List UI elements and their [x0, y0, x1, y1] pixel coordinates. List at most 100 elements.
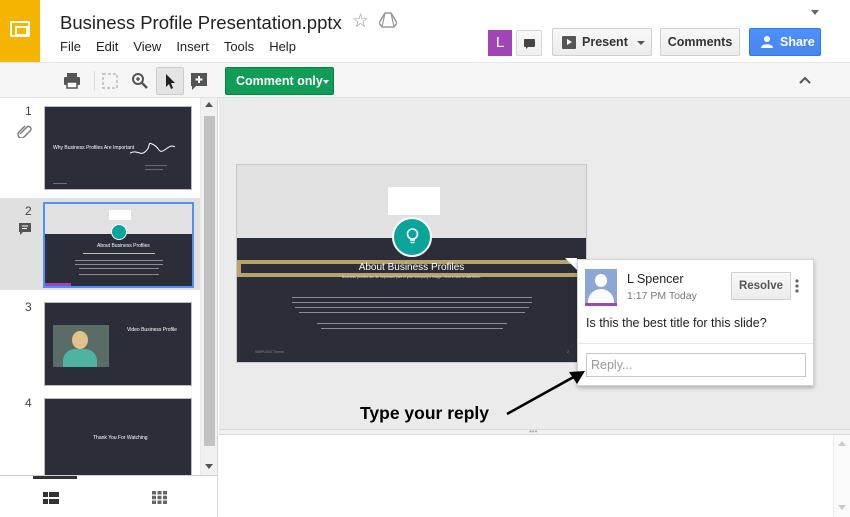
chat-icon	[524, 39, 535, 49]
comment-author: L Spencer	[627, 272, 684, 286]
thumbnail-title: About Business Profiles	[97, 243, 150, 249]
menu-view[interactable]: View	[133, 39, 161, 54]
comment-only-mode-button[interactable]: Comment only	[225, 67, 334, 95]
chat-button[interactable]	[516, 30, 542, 56]
filmstrip-slide-selected[interactable]: 2 About Business Profiles	[0, 198, 200, 290]
comment-timestamp: 1:17 PM Today	[627, 290, 697, 302]
filmstrip-slide[interactable]: 1 Why Business Profiles Are Important	[0, 98, 200, 192]
thumbnail-title: Video Business Profile	[127, 327, 177, 333]
slide-text-line	[292, 297, 532, 298]
menu-file[interactable]: File	[60, 39, 81, 54]
comment-only-label: Comment only	[236, 74, 323, 88]
move-to-folder-icon[interactable]	[379, 12, 397, 28]
filmstrip-view-icon[interactable]	[43, 492, 59, 504]
share-label: Share	[780, 35, 815, 49]
comment-icon	[19, 223, 31, 235]
instruction-label: Type your reply	[360, 403, 490, 423]
slide-number: 1	[25, 104, 32, 118]
slide-text-line	[295, 307, 529, 308]
scrollbar-thumb[interactable]	[204, 116, 215, 446]
collaborator-marker	[45, 283, 71, 286]
grip-icon: •••	[529, 427, 538, 436]
grid-view-icon[interactable]	[152, 491, 167, 504]
slide-number: 4	[25, 396, 32, 410]
document-title[interactable]: Business Profile Presentation.pptx	[60, 12, 342, 34]
fit-icon[interactable]	[98, 69, 122, 93]
current-slide[interactable]: About Business Profiles Business profile…	[236, 164, 587, 363]
scroll-up-icon[interactable]	[205, 102, 213, 107]
filmstrip-scrollbar[interactable]	[200, 98, 217, 475]
thumbnail-text-line	[145, 165, 167, 166]
decorative-squiggle	[130, 142, 175, 154]
comment-pointer	[565, 258, 577, 270]
present-dropdown-button[interactable]	[631, 28, 652, 56]
slide-text-line	[321, 328, 503, 329]
notes-scrollbar[interactable]	[833, 435, 850, 517]
slide-thumbnail: Why Business Profiles Are Important	[44, 106, 192, 190]
toolbar-divider	[94, 71, 95, 91]
slide-text-line	[292, 302, 532, 303]
commenter-avatar	[585, 269, 617, 306]
present-label: Present	[582, 35, 628, 49]
more-options-icon[interactable]	[795, 279, 799, 293]
zoom-icon[interactable]	[128, 69, 152, 93]
reply-input[interactable]	[586, 353, 806, 377]
user-avatar[interactable]: L	[488, 30, 512, 56]
scroll-down-icon[interactable]	[838, 505, 846, 510]
share-button[interactable]: Share	[749, 28, 821, 56]
slides-app: Business Profile Presentation.pptx ☆ Fil…	[0, 0, 850, 517]
slide-thumbnail: About Business Profiles	[43, 202, 194, 288]
resolve-button[interactable]: Resolve	[731, 272, 791, 300]
app-header: Business Profile Presentation.pptx ☆ Fil…	[0, 0, 850, 62]
menu-help[interactable]: Help	[269, 39, 296, 54]
slide-thumbnail: Video Business Profile	[44, 302, 192, 386]
menu-bar: File Edit View Insert Tools Help	[60, 39, 311, 54]
chevron-down-icon[interactable]	[811, 10, 819, 15]
filmstrip-footer	[0, 475, 217, 517]
present-button[interactable]: Present	[552, 28, 632, 56]
thumbnail-title: Thank You For Watching	[93, 435, 148, 441]
link-icon	[17, 125, 32, 138]
comment-card: L Spencer 1:17 PM Today Resolve Is this …	[577, 259, 814, 386]
lightbulb-icon	[392, 217, 432, 257]
star-icon[interactable]: ☆	[352, 10, 369, 33]
cursor-icon	[166, 74, 175, 89]
instruction-arrow	[506, 371, 585, 416]
slide-thumbnail: Thank You For Watching	[44, 398, 192, 482]
slide-number: 2	[25, 204, 32, 218]
toolbar: Comment only	[0, 62, 850, 98]
scroll-down-icon[interactable]	[205, 464, 213, 469]
comment-text: Is this the best title for this slide?	[586, 316, 767, 330]
slide-subtitle: Business profiles are an important part …	[341, 275, 482, 279]
play-icon	[562, 36, 576, 49]
speaker-notes-panel[interactable]	[219, 435, 850, 517]
thumbnail-text-line	[83, 253, 155, 254]
add-comment-icon[interactable]	[187, 69, 211, 93]
video-person-head	[72, 331, 88, 349]
thumbnail-text-line	[53, 183, 67, 184]
print-icon[interactable]	[60, 69, 84, 93]
thumbnail-text-line	[75, 264, 163, 265]
filmstrip-slide[interactable]: 4 Thank You For Watching	[0, 390, 200, 484]
slide-filmstrip: 1 Why Business Profiles Are Important 2	[0, 98, 218, 517]
slides-logo-icon[interactable]	[0, 0, 40, 62]
chevron-up-icon[interactable]	[798, 73, 812, 87]
people-icon	[761, 36, 773, 48]
thumbnail-text-line	[79, 268, 159, 269]
menu-tools[interactable]: Tools	[224, 39, 254, 54]
comments-button[interactable]: Comments	[660, 28, 740, 56]
slide-text-line	[299, 312, 525, 313]
video-thumbnail	[53, 325, 109, 367]
slide-footer: SIMPLIGO Theme	[255, 350, 284, 354]
comment-divider	[578, 343, 813, 344]
slide-title: About Business Profiles	[358, 262, 465, 273]
thumbnail-text-line	[79, 274, 159, 275]
scroll-up-icon[interactable]	[838, 441, 846, 446]
menu-insert[interactable]: Insert	[176, 39, 209, 54]
slide-page-number: 2	[567, 350, 569, 354]
thumbnail-box	[109, 210, 131, 220]
thumbnail-text-line	[75, 260, 163, 261]
filmstrip-slide[interactable]: 3 Video Business Profile	[0, 294, 200, 388]
menu-edit[interactable]: Edit	[96, 39, 118, 54]
slide-image-placeholder	[388, 187, 440, 215]
